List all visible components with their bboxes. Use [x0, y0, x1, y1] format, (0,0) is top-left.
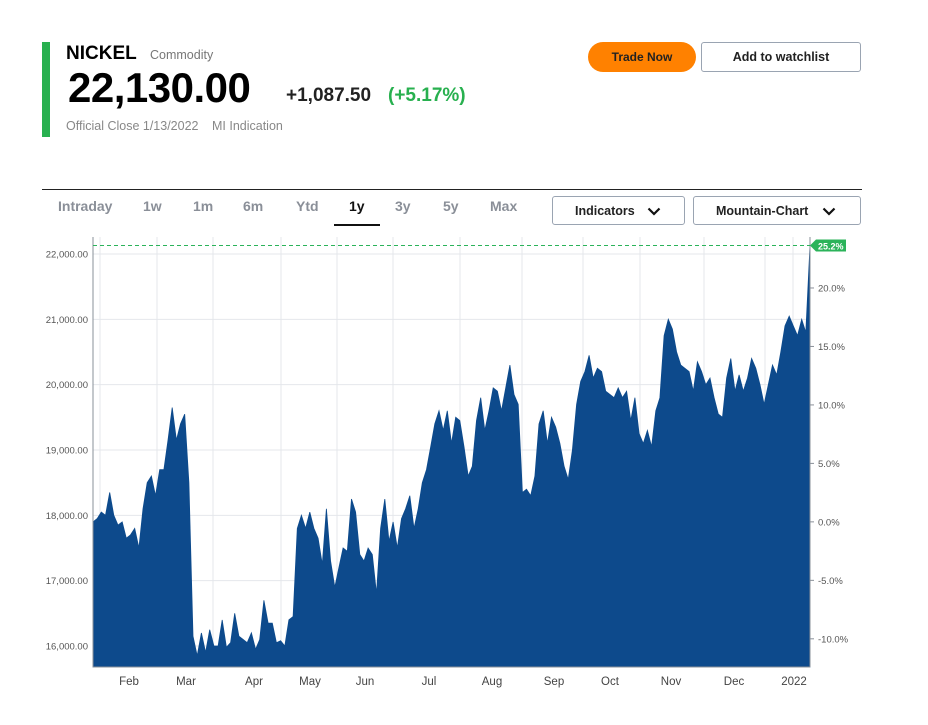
y-left-tick-label: 16,000.00 [46, 642, 88, 653]
official-close-label: Official Close 1/13/2022 [66, 119, 199, 133]
price-chart[interactable]: 25.2% 16,000.00 17,000.00 18,000.00 19,000.0… [0, 230, 928, 725]
tab-1y[interactable]: 1y [349, 198, 365, 214]
x-tick-label: Apr [245, 676, 263, 688]
x-tick-label: Dec [724, 676, 745, 688]
tab-max[interactable]: Max [490, 198, 517, 214]
y-left-tick-label: 18,000.00 [46, 511, 88, 522]
accent-bar [42, 42, 50, 137]
y-left-tick-label: 21,000.00 [46, 315, 88, 326]
quote-type: Commodity [150, 48, 214, 62]
tab-5y[interactable]: 5y [443, 198, 459, 214]
x-tick-label: Aug [482, 676, 502, 688]
active-tab-indicator [334, 224, 380, 226]
quote-change-percent: (+5.17%) [388, 85, 466, 106]
y-right-tick-label: 5.0% [818, 459, 840, 470]
y-left-tick-label: 20,000.00 [46, 380, 88, 391]
y-right-tick-label: -10.0% [818, 634, 849, 645]
tab-1w[interactable]: 1w [143, 198, 162, 214]
y-right-tick-label: 0.0% [818, 517, 840, 528]
chevron-down-icon [647, 207, 661, 216]
x-tick-label: Jun [356, 676, 375, 688]
indicators-dropdown[interactable]: Indicators [552, 196, 685, 225]
chevron-down-icon [822, 207, 836, 216]
tab-6m[interactable]: 6m [243, 198, 263, 214]
tab-1m[interactable]: 1m [193, 198, 213, 214]
trade-now-button[interactable]: Trade Now [588, 42, 696, 72]
tab-3y[interactable]: 3y [395, 198, 411, 214]
indicators-label: Indicators [575, 204, 635, 218]
chart-type-label: Mountain-Chart [716, 204, 809, 218]
y-right-tick-label: -5.0% [818, 576, 843, 587]
x-tick-label: Mar [176, 676, 196, 688]
y-right-tick-label: 10.0% [818, 400, 845, 411]
tab-ytd[interactable]: Ytd [296, 198, 319, 214]
x-tick-label: Sep [544, 676, 564, 688]
chart-type-dropdown[interactable]: Mountain-Chart [693, 196, 861, 225]
y-left-tick-label: 22,000.00 [46, 250, 88, 261]
indication-label: MI Indication [212, 119, 283, 133]
x-tick-label: Nov [661, 676, 682, 688]
x-tick-label: 2022 [781, 676, 807, 688]
y-left-tick-label: 19,000.00 [46, 446, 88, 457]
y-left-tick-label: 17,000.00 [46, 576, 88, 587]
quote-name: NICKEL [66, 43, 137, 64]
quote-price: 22,130.00 [68, 64, 251, 111]
y-right-tick-label: 20.0% [818, 283, 845, 294]
x-tick-label: Oct [601, 676, 620, 688]
x-tick-label: Feb [119, 676, 139, 688]
last-value-badge-label: 25.2% [818, 242, 844, 252]
quote-change: +1,087.50 [286, 85, 372, 106]
add-to-watchlist-button[interactable]: Add to watchlist [701, 42, 861, 72]
x-tick-label: Jul [422, 676, 437, 688]
price-area-series [92, 245, 811, 668]
tab-intraday[interactable]: Intraday [58, 198, 112, 214]
y-right-tick-label: 15.0% [818, 342, 845, 353]
section-divider [42, 189, 862, 190]
x-tick-label: May [299, 676, 321, 688]
